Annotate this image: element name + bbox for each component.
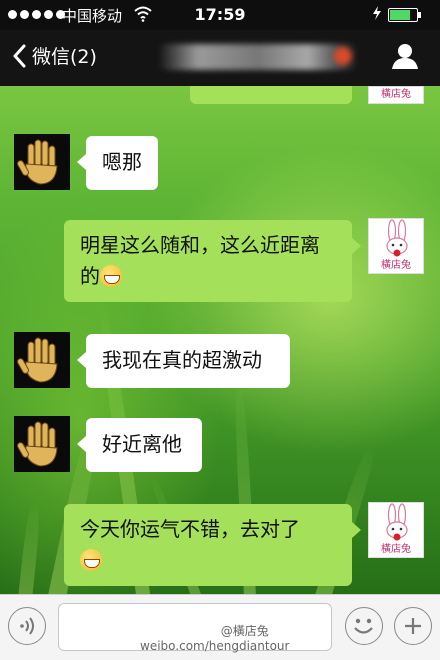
rabbit-icon	[386, 503, 408, 541]
voice-icon	[20, 617, 34, 635]
person-icon	[392, 44, 418, 69]
rabbit-avatar-partial: 橫店兔	[368, 86, 424, 104]
message-text: 好近离他	[102, 432, 182, 456]
status-bar: 中国移动 17:59	[0, 0, 440, 30]
profile-button[interactable]	[390, 42, 420, 74]
grin-face-icon	[80, 549, 102, 571]
sent-message-partial	[190, 86, 352, 104]
hand-icon	[17, 337, 58, 383]
hand-avatar[interactable]	[14, 332, 70, 388]
chat-title-blurred	[158, 44, 358, 70]
sent-message[interactable]: 明星这么随和，这么近距离的	[64, 220, 352, 302]
back-button[interactable]: 微信(2)	[12, 42, 97, 69]
received-message[interactable]: 嗯那	[86, 136, 158, 190]
back-label: 微信(2)	[32, 46, 97, 68]
chevron-left-icon	[13, 44, 26, 67]
grin-face-icon	[100, 265, 122, 287]
watermark: @橫店兔 weibo.com/hengdiantour	[140, 624, 289, 654]
message-text: 今天你运气不错，去对了	[80, 517, 300, 541]
received-message[interactable]: 好近离他	[86, 418, 202, 472]
charging-icon	[372, 6, 382, 24]
more-options-button[interactable]	[394, 607, 432, 645]
sent-message[interactable]: 今天你运气不错，去对了	[64, 504, 352, 586]
message-text: 嗯那	[102, 150, 142, 174]
nav-bar: 微信(2)	[0, 30, 440, 86]
voice-input-button[interactable]	[8, 607, 46, 645]
rabbit-avatar[interactable]: 橫店兔	[368, 218, 424, 274]
rabbit-avatar-caption: 橫店兔	[381, 260, 411, 271]
rabbit-avatar-caption: 橫店兔	[381, 544, 411, 555]
emoji-button[interactable]	[345, 607, 383, 645]
rabbit-icon	[386, 219, 408, 257]
message-text: 我现在真的超激动	[102, 348, 262, 372]
rabbit-avatar-caption: 橫店兔	[381, 89, 411, 100]
hand-avatar[interactable]	[14, 134, 70, 190]
watermark-handle: @橫店兔	[220, 624, 269, 638]
rabbit-avatar[interactable]: 橫店兔	[368, 502, 424, 558]
smiley-icon	[354, 618, 373, 634]
plus-icon	[405, 618, 421, 634]
battery-icon	[388, 8, 421, 22]
received-message[interactable]: 我现在真的超激动	[86, 334, 290, 388]
watermark-url: weibo.com/hengdiantour	[140, 639, 290, 653]
hand-icon	[17, 139, 58, 185]
hand-avatar[interactable]	[14, 416, 70, 472]
hand-icon	[17, 421, 58, 467]
